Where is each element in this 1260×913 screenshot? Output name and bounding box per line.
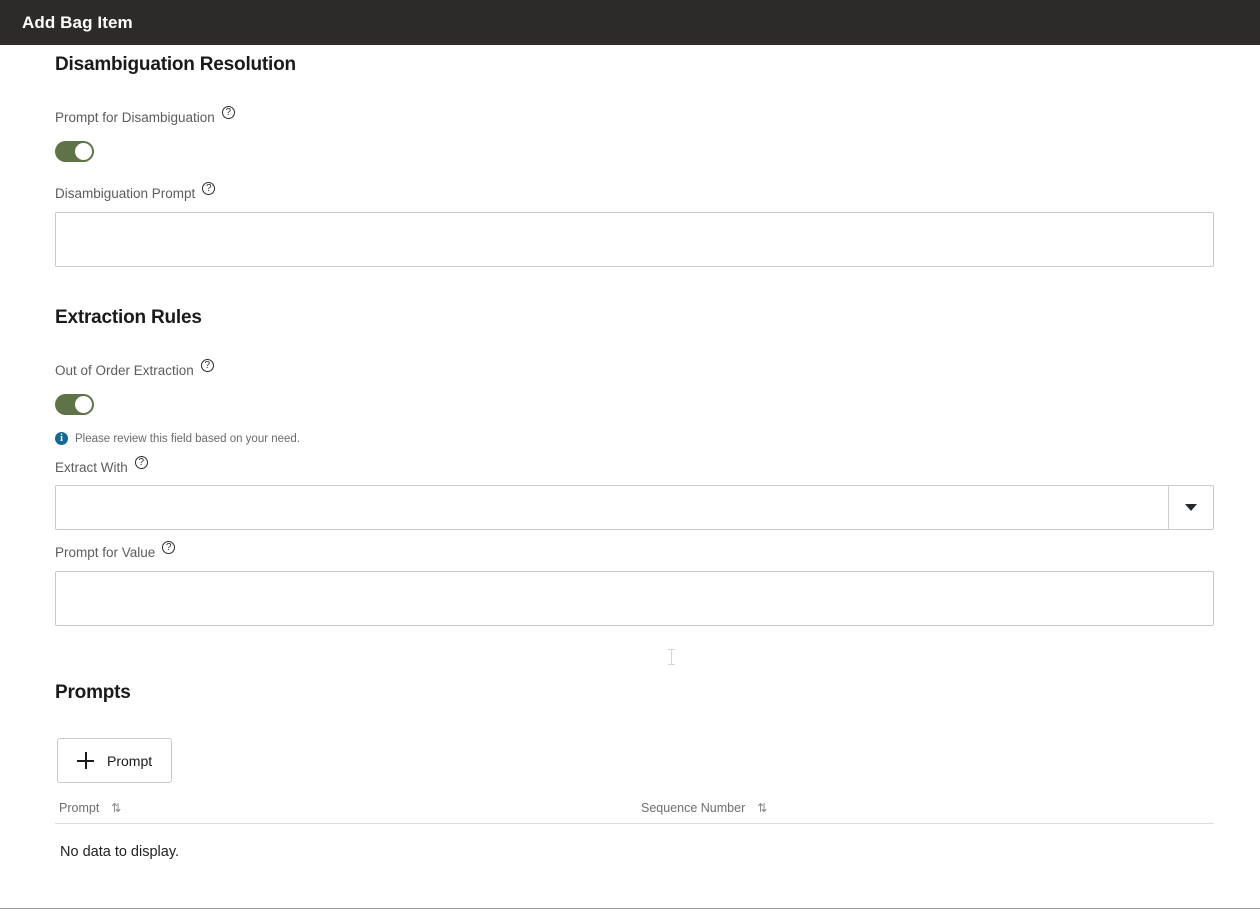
sort-icon[interactable]: ⇅ bbox=[111, 802, 121, 814]
prompts-table: Prompt ⇅ Sequence Number ⇅ No data to di… bbox=[55, 793, 1214, 860]
section-disambiguation-resolution: Disambiguation Resolution bbox=[0, 54, 1260, 76]
plus-icon bbox=[77, 752, 94, 769]
help-icon[interactable] bbox=[202, 182, 216, 195]
section-extraction-rules: Extraction Rules bbox=[0, 307, 1260, 329]
prompt-for-disambiguation-toggle[interactable] bbox=[55, 141, 94, 162]
window-titlebar: Add Bag Item bbox=[0, 0, 1260, 45]
prompt-for-disambiguation-label: Prompt for Disambiguation bbox=[55, 106, 1214, 126]
add-prompt-button[interactable]: Prompt bbox=[57, 738, 173, 783]
section-heading-prompts: Prompts bbox=[55, 682, 131, 703]
extract-with-label: Extract With bbox=[55, 456, 1214, 476]
extract-with-selected-value bbox=[56, 486, 1168, 529]
page-title: Add Bag Item bbox=[22, 12, 133, 32]
prompt-for-disambiguation-field: Prompt for Disambiguation bbox=[0, 106, 1260, 126]
toggle-knob bbox=[75, 143, 92, 160]
add-prompt-button-label: Prompt bbox=[107, 752, 153, 769]
out-of-order-extraction-field: Out of Order Extraction bbox=[0, 359, 1260, 379]
out-of-order-extraction-label: Out of Order Extraction bbox=[55, 359, 1214, 379]
column-header-sequence-number[interactable]: Sequence Number ⇅ bbox=[641, 801, 767, 815]
form-content: Disambiguation Resolution Prompt for Dis… bbox=[0, 45, 1260, 908]
help-icon[interactable] bbox=[200, 359, 214, 372]
prompt-for-value-label: Prompt for Value bbox=[55, 541, 1214, 561]
extract-with-label-text: Extract With bbox=[55, 460, 128, 475]
extract-with-select[interactable] bbox=[55, 485, 1214, 530]
toggle-knob bbox=[75, 396, 92, 413]
prompt-for-value-label-text: Prompt for Value bbox=[55, 545, 156, 560]
extract-with-field: Extract With bbox=[0, 456, 1260, 476]
section-prompts: Prompts bbox=[0, 682, 1260, 704]
disambiguation-prompt-input[interactable] bbox=[55, 212, 1214, 267]
text-cursor bbox=[668, 649, 675, 665]
help-icon[interactable] bbox=[221, 106, 235, 119]
help-icon[interactable] bbox=[134, 456, 148, 469]
info-icon: i bbox=[55, 432, 68, 445]
out-of-order-extraction-toggle[interactable] bbox=[55, 394, 94, 415]
prompt-for-value-input[interactable] bbox=[55, 571, 1214, 626]
disambiguation-prompt-field: Disambiguation Prompt bbox=[0, 182, 1260, 202]
bottom-divider bbox=[0, 908, 1260, 909]
column-header-prompt-label: Prompt bbox=[59, 801, 100, 815]
prompt-for-disambiguation-label-text: Prompt for Disambiguation bbox=[55, 110, 215, 125]
prompt-for-value-field: Prompt for Value bbox=[0, 541, 1260, 561]
disambiguation-prompt-label: Disambiguation Prompt bbox=[55, 182, 1214, 202]
section-heading-disambiguation: Disambiguation Resolution bbox=[55, 54, 296, 75]
chevron-down-icon[interactable] bbox=[1168, 486, 1213, 529]
table-empty-message: No data to display. bbox=[60, 844, 180, 860]
column-header-sequence-number-label: Sequence Number bbox=[641, 801, 746, 815]
extraction-info-message: i Please review this field based on your… bbox=[55, 432, 300, 445]
toggle-track[interactable] bbox=[55, 141, 94, 162]
table-header-row: Prompt ⇅ Sequence Number ⇅ bbox=[55, 793, 1214, 823]
sort-icon[interactable]: ⇅ bbox=[757, 802, 767, 814]
section-heading-extraction-rules: Extraction Rules bbox=[55, 307, 202, 328]
help-icon[interactable] bbox=[162, 541, 176, 554]
out-of-order-extraction-label-text: Out of Order Extraction bbox=[55, 363, 194, 378]
column-header-prompt[interactable]: Prompt ⇅ bbox=[55, 801, 641, 815]
disambiguation-prompt-label-text: Disambiguation Prompt bbox=[55, 186, 196, 201]
info-message-text: Please review this field based on your n… bbox=[75, 432, 301, 445]
toggle-track[interactable] bbox=[55, 394, 94, 415]
